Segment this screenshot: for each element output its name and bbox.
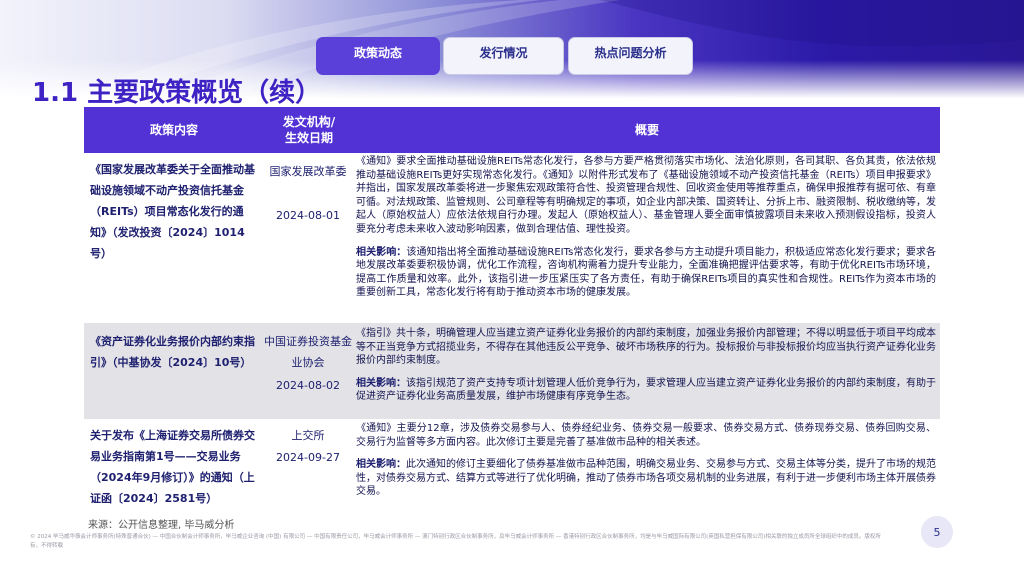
tab-issuance[interactable]: 发行情况 (443, 37, 564, 75)
summary: 《通知》主要分12章，涉及债券交易参与人、债券经纪业务、债券交易一般要求、债券交… (356, 422, 936, 499)
summary-text: 《通知》要求全面推动基础设施REITs常态化发行，各参与方要严格贯彻落实市场化、… (356, 156, 936, 235)
summary-text: 《指引》共十条，明确管理人应当建立资产证券化业务报价的内部约束制度，加强业务报价… (356, 328, 936, 367)
table-header: 政策内容 发文机构/ 生效日期 概要 (84, 107, 940, 153)
agency: 国家发展改革委 (269, 165, 347, 178)
header-policy: 政策内容 (149, 123, 198, 137)
impact-body: 此次通知的修订主要细化了债券基准做市品种范围，明确交易业务、交易参与方式、交易主… (356, 459, 936, 498)
impact-label: 相关影响： (356, 246, 407, 258)
header-summary: 概要 (634, 123, 659, 137)
impact-body: 该通知指出将全面推动基础设施REITs常态化发行，要求各参与方主动提升项目能力，… (356, 246, 936, 299)
summary: 《通知》要求全面推动基础设施REITs常态化发行，各参与方要严格贯彻落实市场化、… (356, 155, 936, 300)
policy-title: 《国家发展改革委关于全面推动基础设施领域不动产投资信托基金（REITs）项目常态… (90, 163, 255, 260)
agency: 上交所 (291, 429, 325, 442)
summary-text: 《通知》主要分12章，涉及债券交易参与人、债券经纪业务、债券交易一般要求、债券交… (356, 423, 936, 448)
page-number: 5 (921, 516, 953, 548)
tab-policy-news[interactable]: 政策动态 (316, 37, 440, 75)
agency: 中国证券投资基金业协会 (264, 335, 352, 369)
policy-title: 关于发布《上海证券交易所债券交易业务指南第1号——交易业务（2024年9月修订）… (90, 429, 255, 505)
effective-date: 2024-08-02 (276, 379, 340, 392)
impact-label: 相关影响： (356, 459, 406, 471)
tab-hot-topics[interactable]: 热点问题分析 (568, 37, 693, 75)
policy-title: 《资产证券化业务报价内部约束指引》（中基协发〔2024〕10号） (90, 335, 255, 369)
summary: 《指引》共十条，明确管理人应当建立资产证券化业务报价的内部约束制度，加强业务报价… (356, 327, 936, 404)
impact-text: 相关影响：该通知指出将全面推动基础设施REITs常态化发行，要求各参与方主动提升… (356, 246, 936, 300)
table-row: 关于发布《上海证券交易所债券交易业务指南第1号——交易业务（2024年9月修订）… (84, 419, 940, 513)
page-title: 1.1 主要政策概览（续） (32, 78, 322, 108)
header-agency-date: 发文机构/ 生效日期 (282, 115, 336, 145)
impact-text: 相关影响：该指引规范了资产支持专项计划管理人低价竞争行为，要求管理人应当建立资产… (356, 377, 936, 404)
impact-label: 相关影响： (356, 377, 406, 389)
impact-body: 该指引规范了资产支持专项计划管理人低价竞争行为，要求管理人应当建立资产证券化业务… (356, 377, 936, 403)
table-row: 《国家发展改革委关于全面推动基础设施领域不动产投资信托基金（REITs）项目常态… (84, 153, 940, 323)
copyright-footer: © 2024 毕马威华振会计师事务所(特殊普通合伙) — 中国合伙制会计师事务所… (30, 534, 881, 549)
effective-date: 2024-08-01 (276, 209, 340, 222)
table-row: 《资产证券化业务报价内部约束指引》（中基协发〔2024〕10号） 中国证券投资基… (84, 323, 940, 419)
impact-text: 相关影响：此次通知的修订主要细化了债券基准做市品种范围，明确交易业务、交易参与方… (356, 458, 936, 499)
effective-date: 2024-09-27 (276, 451, 340, 464)
source-note: 来源：公开信息整理, 毕马威分析 (88, 520, 235, 531)
